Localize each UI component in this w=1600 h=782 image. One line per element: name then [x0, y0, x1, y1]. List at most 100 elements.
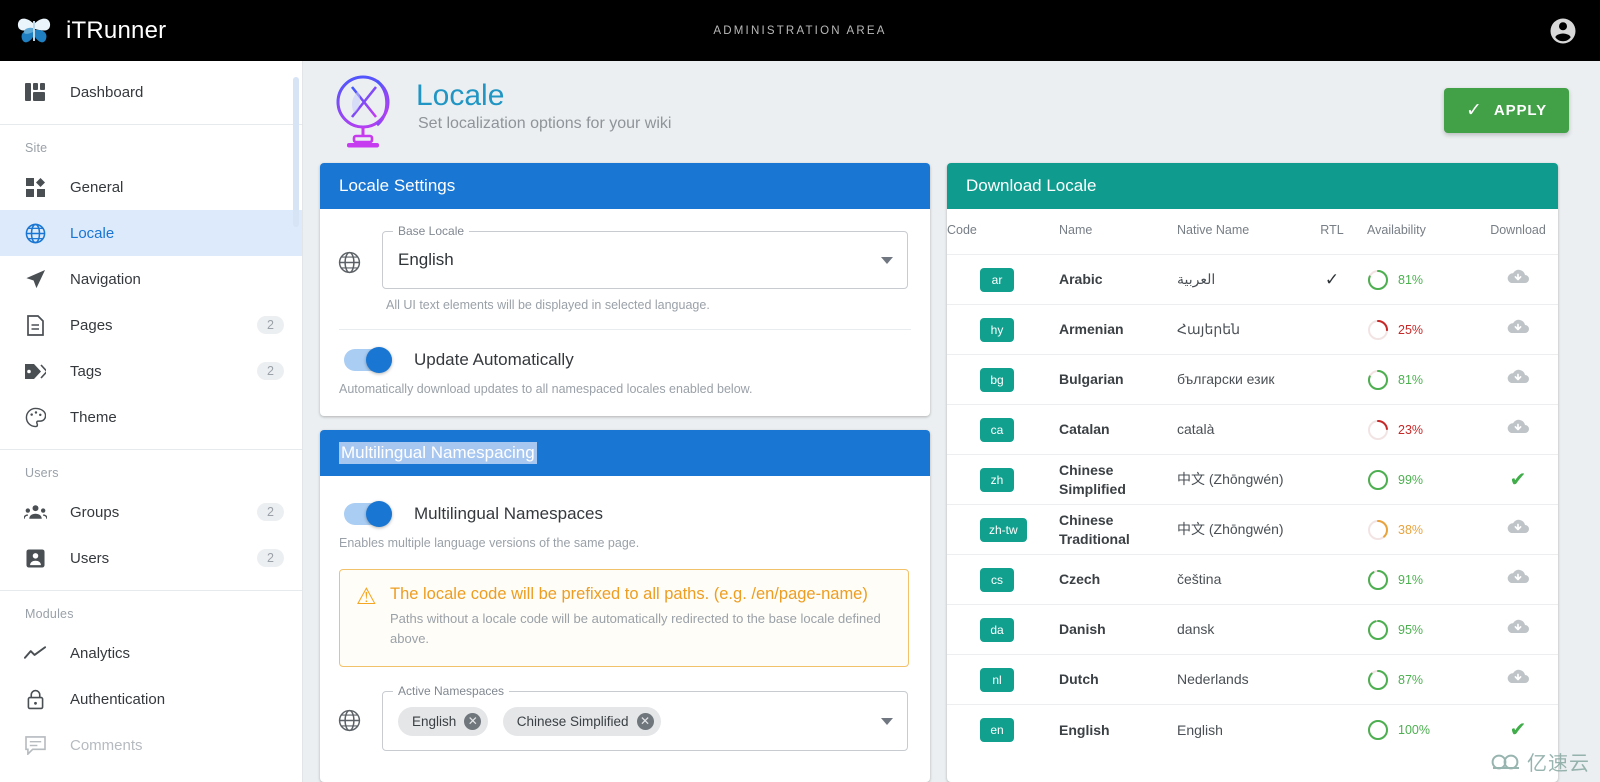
availability-indicator: 81% — [1367, 369, 1475, 391]
sidebar-item-tags[interactable]: Tags 2 — [0, 348, 302, 394]
sidebar-heading-modules: Modules — [25, 607, 74, 621]
globe-icon — [22, 221, 48, 245]
cell-native-name: български език — [1177, 354, 1297, 405]
cell-code: ar — [947, 254, 1059, 305]
language-name: Catalan — [1059, 421, 1110, 438]
globe-icon — [338, 691, 368, 737]
sidebar-scrollbar[interactable] — [293, 77, 299, 227]
table-row[interactable]: ca Catalan català 23% — [947, 404, 1558, 455]
cloud-download-icon[interactable] — [1506, 319, 1530, 341]
active-namespaces-legend: Active Namespaces — [393, 684, 510, 699]
availability-ring-icon — [1368, 519, 1388, 540]
sidebar-item-label: Authentication — [70, 690, 166, 708]
sidebar-item-theme[interactable]: Theme — [0, 394, 302, 440]
sidebar-item-users[interactable]: Users 2 — [0, 535, 302, 581]
sidebar[interactable]: Dashboard Site General Locale Navigation… — [0, 61, 303, 782]
availability-indicator: 91% — [1367, 569, 1475, 591]
cell-code: zh-tw — [947, 504, 1059, 555]
cell-download[interactable] — [1475, 354, 1558, 405]
cloud-download-icon[interactable] — [1506, 369, 1530, 391]
sidebar-item-general[interactable]: General — [0, 164, 302, 210]
availability-indicator: 87% — [1367, 669, 1475, 691]
cell-download[interactable] — [1475, 254, 1558, 305]
sidebar-item-label: Analytics — [70, 644, 131, 662]
page-title: Locale — [416, 79, 505, 112]
toggle-knob — [366, 347, 392, 373]
cloud-download-icon[interactable] — [1506, 269, 1530, 291]
close-icon[interactable]: ✕ — [636, 712, 654, 730]
check-icon: ✓ — [1466, 100, 1483, 121]
page-subtitle: Set localization options for your wiki — [418, 115, 672, 132]
table-row[interactable]: zh-tw Chinese Traditional 中文 (Zhōngwén) 38% — [947, 504, 1558, 555]
locale-code-badge: ca — [980, 417, 1014, 442]
table-row[interactable]: hy Armenian Հայերեն 25% — [947, 304, 1558, 355]
download-locale-card-title: Download Locale — [947, 163, 1558, 209]
cloud-download-icon[interactable] — [1506, 519, 1530, 541]
cell-download[interactable] — [1475, 304, 1558, 355]
language-name: Arabic — [1059, 271, 1103, 288]
chevron-down-icon[interactable] — [881, 256, 893, 264]
cell-name: Armenian — [1059, 304, 1177, 355]
cell-download[interactable] — [1475, 604, 1558, 655]
base-locale-hint: All UI text elements will be displayed i… — [386, 298, 710, 312]
base-locale-select[interactable]: English — [382, 231, 908, 289]
cell-availability: 23% — [1367, 404, 1475, 455]
locale-code-badge: zh-tw — [980, 517, 1027, 542]
table-row[interactable]: da Danish dansk 95% — [947, 604, 1558, 655]
cell-native-name: العربية — [1177, 254, 1297, 305]
sidebar-item-navigation[interactable]: Navigation — [0, 256, 302, 302]
sidebar-item-dashboard[interactable]: Dashboard — [0, 69, 302, 115]
multilingual-namespaces-toggle[interactable] — [344, 501, 392, 527]
table-row[interactable]: zh Chinese Simplified 中文 (Zhōngwén) 99% ✔ — [947, 454, 1558, 505]
sidebar-item-analytics[interactable]: Analytics — [0, 630, 302, 676]
active-namespaces-select[interactable]: English ✕ Chinese Simplified ✕ — [382, 691, 908, 752]
table-row[interactable]: nl Dutch Nederlands 87% — [947, 654, 1558, 705]
namespace-chip-label: Chinese Simplified — [516, 713, 629, 729]
cloud-download-icon[interactable] — [1506, 619, 1530, 641]
table-row[interactable]: bg Bulgarian български език 81% — [947, 354, 1558, 405]
sidebar-item-groups[interactable]: Groups 2 — [0, 489, 302, 535]
chevron-down-icon[interactable] — [881, 717, 893, 725]
sidebar-item-authentication[interactable]: Authentication — [0, 676, 302, 722]
availability-ring-icon — [1368, 719, 1388, 740]
sidebar-item-comments[interactable]: Comments — [0, 722, 302, 768]
cell-code: ca — [947, 404, 1059, 455]
namespace-chip-label: English — [412, 713, 457, 729]
sidebar-item-label: Groups — [70, 503, 120, 521]
cell-rtl — [1297, 654, 1367, 705]
dashboard-icon — [22, 80, 48, 104]
cell-rtl — [1297, 404, 1367, 455]
cell-download[interactable] — [1475, 654, 1558, 705]
cloud-download-icon[interactable] — [1506, 419, 1530, 441]
availability-ring-icon — [1368, 369, 1388, 390]
sidebar-item-pages[interactable]: Pages 2 — [0, 302, 302, 348]
cell-download[interactable]: ✔ — [1475, 454, 1558, 505]
availability-indicator: 23% — [1367, 419, 1475, 441]
apply-button[interactable]: ✓ APPLY — [1444, 88, 1569, 133]
close-icon[interactable]: ✕ — [464, 712, 482, 730]
cloud-download-icon[interactable] — [1506, 669, 1530, 691]
account-circle-icon[interactable] — [1548, 16, 1578, 46]
cell-code: en — [947, 704, 1059, 755]
locale-code-badge: da — [980, 617, 1014, 642]
table-row[interactable]: ar Arabic العربية ✓ 81% — [947, 254, 1558, 305]
cloud-icon — [1491, 754, 1519, 769]
cell-code: cs — [947, 554, 1059, 605]
namespace-chip[interactable]: Chinese Simplified ✕ — [502, 706, 661, 736]
cell-download[interactable] — [1475, 404, 1558, 455]
namespace-chip[interactable]: English ✕ — [398, 706, 489, 736]
cell-download[interactable] — [1475, 504, 1558, 555]
native-name: English — [1177, 721, 1223, 738]
page-header: Locale Set localization options for your… — [303, 61, 1600, 161]
lock-icon — [22, 687, 48, 711]
multilingual-namespaces-row: Multilingual Namespaces — [320, 476, 930, 527]
table-row[interactable]: cs Czech čeština 91% — [947, 554, 1558, 605]
locale-code-badge: nl — [980, 667, 1014, 692]
cloud-download-icon[interactable] — [1506, 569, 1530, 591]
update-automatically-toggle[interactable] — [344, 347, 392, 373]
table-row[interactable]: en English English 100% ✔ — [947, 704, 1558, 755]
cell-download[interactable] — [1475, 554, 1558, 605]
account-icon — [22, 546, 48, 570]
sidebar-item-locale[interactable]: Locale — [0, 210, 302, 256]
locale-code-badge: zh — [980, 467, 1014, 492]
